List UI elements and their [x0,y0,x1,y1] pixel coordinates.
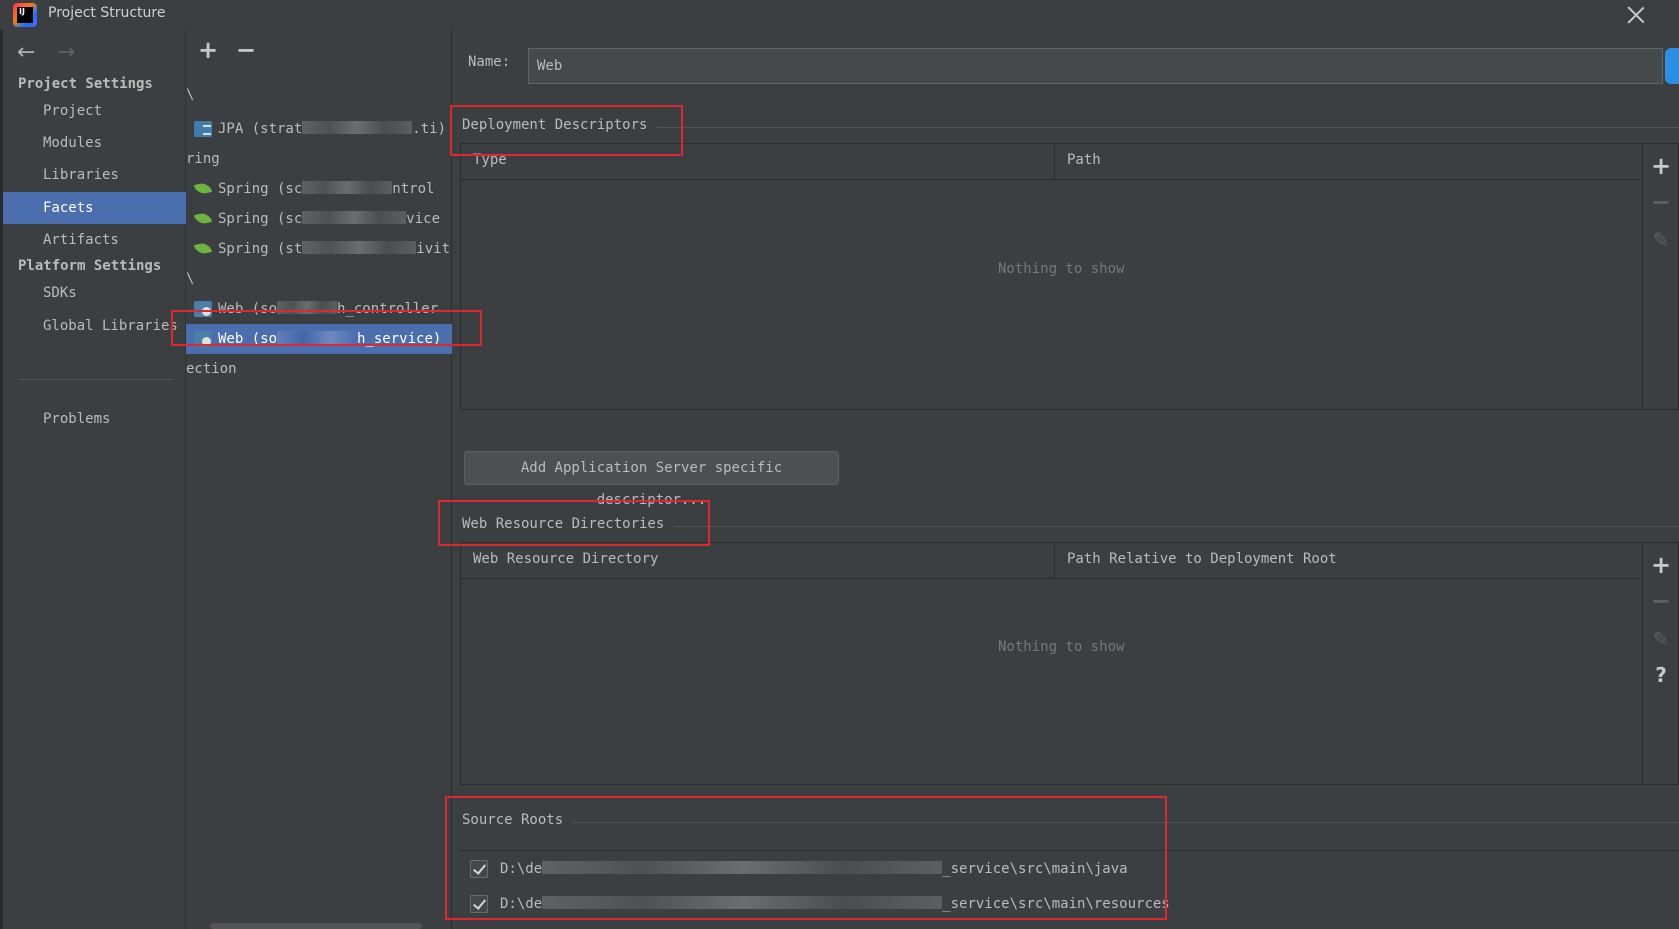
tree-item-label: Spring (sc vice [218,211,441,227]
spring-icon [194,181,212,197]
remove-icon[interactable]: − [1651,589,1671,613]
source-root-path: D:\de _service\src\main\java [500,861,1128,877]
tree-group-label: \ [186,271,195,287]
source-root-checkbox[interactable] [470,895,488,913]
column-header-web-resource-directory[interactable]: Web Resource Directory [461,543,1055,579]
redacted-text [277,331,358,344]
sidebar-item-modules[interactable]: Modules [3,127,186,159]
logo-text: IJ [17,7,33,23]
name-field[interactable]: Web [528,48,1663,84]
facet-list-pane: + − \ JPA (strat .ti) ring Spring (sc ntro… [186,30,452,929]
tree-item-label: Spring (st ivit [218,241,451,257]
tree-item-jpa[interactable]: JPA (strat .ti) [186,114,452,144]
redacted-text [302,121,413,134]
source-root-checkbox[interactable] [470,860,488,878]
redacted-text [302,211,407,224]
tree-group-row[interactable]: ection [186,354,452,384]
tree-item-spring[interactable]: Spring (sc vice [186,204,452,234]
redacted-text [542,896,943,909]
add-facet-button[interactable]: + [198,38,218,62]
tree-item-label: Web (so h_controller [218,301,439,317]
web-resource-table: Web Resource Directory Path Relative to … [460,542,1679,785]
column-header-type[interactable]: Type [461,144,1055,180]
tree-item-spring[interactable]: Spring (st ivit [186,234,452,264]
remove-icon[interactable]: − [1651,190,1671,214]
deployment-descriptors-table: Type Path Nothing to show + − ✎ [460,143,1679,410]
deployment-descriptors-title: Deployment Descriptors [462,117,658,133]
tree-item-web[interactable]: Web (so h_controller [186,294,452,324]
add-server-descriptor-button[interactable]: Add Application Server specific descript… [464,451,839,508]
remove-facet-button[interactable]: − [236,38,256,62]
side-action-button[interactable] [1665,48,1679,84]
intellij-logo-icon: IJ [13,3,37,27]
facet-details-panel: Name: Web Deployment Descriptors Type Pa… [452,30,1679,929]
tree-group-row[interactable]: ring [186,144,452,174]
source-root-path: D:\de _service\src\main\resources [500,896,1170,912]
web-icon [194,301,212,317]
tree-item-web-selected[interactable]: Web (so h_service) [186,324,452,354]
column-header-path[interactable]: Path [1055,144,1640,180]
source-roots-title: Source Roots [462,812,574,828]
source-roots-list: D:\de _service\src\main\java D:\de _servic… [460,850,1679,929]
platform-settings-header: Platform Settings [18,258,162,274]
web-icon [194,331,212,347]
spring-icon [194,241,212,257]
tree-item-label: Spring (sc ntrol [218,181,435,197]
tree-group-label: ection [186,361,237,377]
sidebar-item-project[interactable]: Project [3,95,186,127]
tree-item-label: JPA (strat .ti) [218,121,447,137]
title-bar: IJ Project Structure [0,0,1679,30]
tree-group-row[interactable]: \ [186,80,452,110]
redacted-text [302,241,417,254]
redacted-text [542,861,943,874]
jpa-icon [194,121,212,137]
edit-icon[interactable]: ✎ [1651,629,1671,649]
empty-state-text: Nothing to show [998,261,1125,277]
sidebar-item-artifacts[interactable]: Artifacts [3,224,186,256]
tree-group-row[interactable]: \ [186,264,452,294]
redacted-text [277,301,338,314]
tree-item-label: Web (so h_service) [218,331,442,347]
arrow-left-icon[interactable]: ← [17,42,35,64]
column-header-relative-path[interactable]: Path Relative to Deployment Root [1055,543,1640,579]
close-icon[interactable] [1623,2,1649,28]
name-label: Name: [468,54,511,70]
sidebar-item-problems[interactable]: Problems [3,403,186,435]
sidebar-item-libraries[interactable]: Libraries [3,159,186,191]
sidebar-item-sdks[interactable]: SDKs [3,277,186,309]
table-toolbar: + − ✎ [1642,144,1678,409]
window-title: Project Structure [48,5,166,21]
project-settings-header: Project Settings [18,76,153,92]
spring-icon [194,211,212,227]
table-header: Type Path [461,144,1640,180]
redacted-text [302,181,393,194]
add-icon[interactable]: + [1651,553,1671,577]
help-icon[interactable]: ? [1651,665,1671,685]
group-divider [466,822,1679,823]
tree-group-label: ring [186,151,220,167]
add-icon[interactable]: + [1651,154,1671,178]
table-header: Web Resource Directory Path Relative to … [461,543,1640,579]
project-structure-window: IJ Project Structure ← → Project Setting… [0,0,1679,929]
horizontal-scrollbar[interactable] [210,923,422,929]
web-resource-directories-title: Web Resource Directories [462,516,675,532]
tree-group-label: \ [186,87,195,103]
empty-state-text: Nothing to show [998,639,1125,655]
sidebar-item-facets[interactable]: Facets [3,192,186,224]
sidebar-item-global-libraries[interactable]: Global Libraries [3,310,186,342]
edit-icon[interactable]: ✎ [1651,230,1671,250]
settings-sidebar: ← → Project Settings Project Modules Lib… [3,30,186,929]
table-toolbar: + − ✎ ? [1642,543,1678,784]
tree-item-spring[interactable]: Spring (sc ntrol [186,174,452,204]
sidebar-divider [19,379,173,380]
arrow-right-icon[interactable]: → [57,42,75,64]
